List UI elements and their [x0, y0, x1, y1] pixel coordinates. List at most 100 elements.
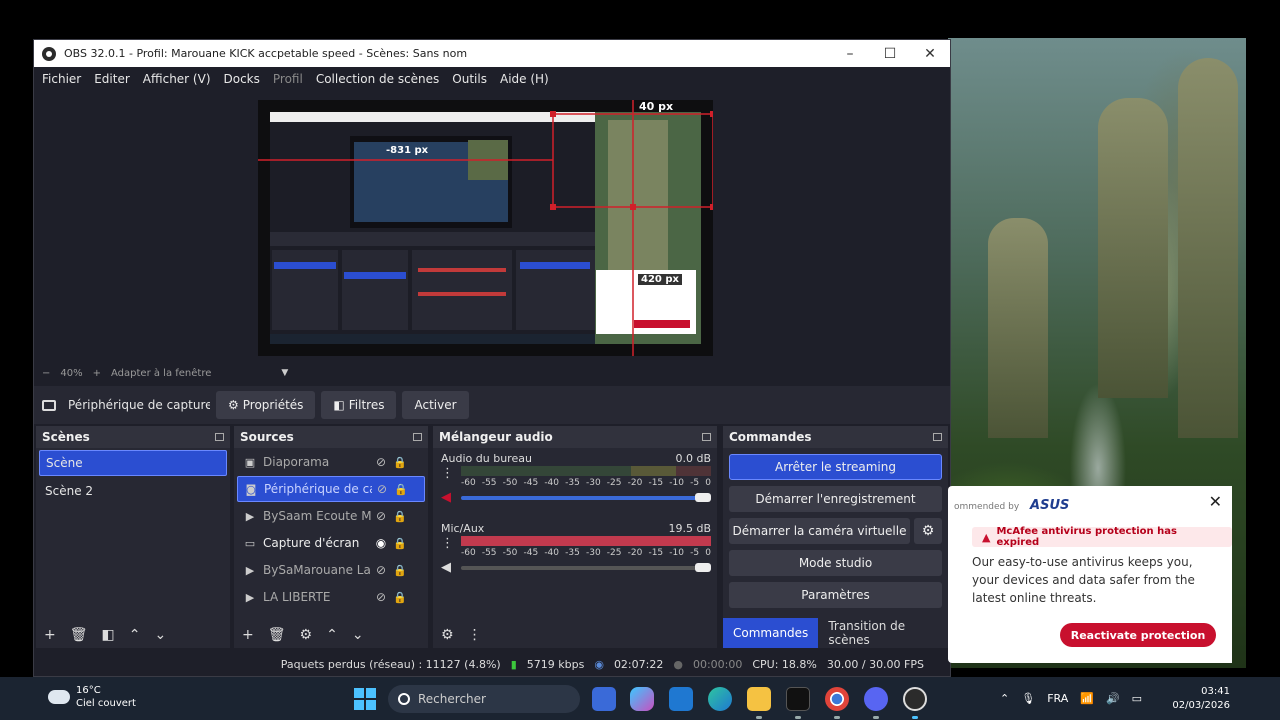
eye-slash-icon[interactable]: ⊘	[372, 482, 392, 496]
chevron-up-icon[interactable]: ⌃	[1000, 692, 1009, 705]
source-item[interactable]: ▭ Capture d'écran ◉ 🔒	[237, 530, 425, 556]
kebab-menu-icon[interactable]: ⋮	[441, 536, 454, 551]
studio-mode-button[interactable]: Mode studio	[729, 550, 942, 576]
eye-slash-icon[interactable]: ⊘	[371, 509, 391, 523]
microphone-icon[interactable]: 🎙	[1021, 692, 1035, 705]
discord-icon[interactable]	[864, 687, 888, 711]
gear-icon[interactable]: ⚙	[914, 518, 942, 544]
eye-slash-icon[interactable]: ⊘	[371, 455, 391, 469]
close-icon[interactable]: ✕	[1209, 492, 1222, 511]
tab-controls[interactable]: Commandes	[723, 618, 819, 648]
wifi-icon[interactable]: 📶	[1080, 692, 1094, 705]
cpu-usage: CPU: 18.8%	[752, 657, 817, 671]
preview-canvas[interactable]: 40 px -831 px 420 px	[258, 100, 713, 356]
tab-transitions[interactable]: Transition de scènes	[818, 618, 948, 648]
chrome-icon[interactable]	[825, 687, 849, 711]
eye-icon[interactable]: ◉	[371, 536, 391, 550]
volume-slider[interactable]	[461, 496, 711, 500]
channel-name: Mic/Aux	[441, 522, 485, 535]
outlook-icon[interactable]	[669, 687, 693, 711]
close-button[interactable]: ✕	[910, 40, 950, 67]
add-icon[interactable]: +	[44, 627, 56, 643]
stocks-icon[interactable]	[786, 687, 810, 711]
add-icon[interactable]: +	[242, 627, 254, 643]
activate-button[interactable]: Activer	[402, 391, 469, 419]
arrow-down-icon[interactable]: ⌄	[154, 627, 166, 643]
menu-aide[interactable]: Aide (H)	[500, 72, 549, 86]
popout-icon[interactable]	[413, 433, 422, 441]
popout-icon[interactable]	[215, 433, 224, 441]
language-indicator[interactable]: FRA	[1047, 692, 1068, 705]
zoom-level: 40%	[60, 367, 83, 379]
eye-slash-icon[interactable]: ⊘	[371, 563, 391, 577]
source-item[interactable]: ▣ Diaporama ⊘ 🔒	[237, 449, 425, 475]
menu-fichier[interactable]: Fichier	[42, 72, 81, 86]
advanced-audio-icon[interactable]: ⚙	[441, 627, 454, 643]
trash-icon[interactable]: 🗑	[70, 627, 88, 643]
volume-slider[interactable]	[461, 566, 711, 570]
filter-icon[interactable]: ◧	[102, 627, 115, 643]
lock-icon[interactable]: 🔒	[392, 483, 410, 496]
record-icon: ●	[673, 657, 683, 671]
taskbar-search[interactable]: Rechercher	[388, 685, 580, 713]
clock[interactable]: 03:41 02/03/2026	[1170, 685, 1230, 713]
properties-button[interactable]: ⚙ Propriétés	[216, 391, 316, 419]
lock-icon[interactable]: 🔒	[391, 591, 409, 604]
menu-profil[interactable]: Profil	[273, 72, 303, 86]
start-virtual-camera-button[interactable]: Démarrer la caméra virtuelle	[729, 518, 910, 544]
settings-button[interactable]: Paramètres	[729, 582, 942, 608]
arrow-up-icon[interactable]: ⌃	[129, 627, 141, 643]
reactivate-protection-button[interactable]: Reactivate protection	[1060, 623, 1216, 647]
zoom-fit-select[interactable]: Adapter à la fenêtre	[111, 368, 211, 379]
kebab-menu-icon[interactable]: ⋮	[441, 466, 454, 481]
copilot-icon[interactable]	[630, 687, 654, 711]
speaker-icon[interactable]: ◀	[441, 560, 451, 575]
popout-icon[interactable]	[702, 433, 711, 441]
lock-icon[interactable]: 🔒	[391, 564, 409, 577]
stop-streaming-button[interactable]: Arrêter le streaming	[729, 454, 942, 480]
lock-icon[interactable]: 🔒	[391, 537, 409, 550]
eye-slash-icon[interactable]: ⊘	[371, 590, 391, 604]
stream-time: 02:07:22	[613, 657, 664, 671]
arrow-up-icon[interactable]: ⌃	[326, 627, 338, 643]
menu-collection[interactable]: Collection de scènes	[316, 72, 439, 86]
source-item[interactable]: ▶ LA LIBERTE ⊘ 🔒	[237, 584, 425, 610]
volume-slider-handle[interactable]	[695, 563, 711, 572]
windows-start-icon[interactable]	[354, 688, 376, 710]
lock-icon[interactable]: 🔒	[391, 510, 409, 523]
battery-icon[interactable]: ▭	[1132, 692, 1142, 705]
scene-item[interactable]: Scène	[39, 450, 227, 476]
gear-icon[interactable]: ⚙	[300, 627, 313, 643]
maximize-button[interactable]: ☐	[870, 40, 910, 67]
source-item[interactable]: ◙ Périphérique de capture vidéo ⊘ 🔒	[237, 476, 425, 502]
menu-editer[interactable]: Editer	[94, 72, 130, 86]
source-item[interactable]: ▶ BySaam Ecoute Moi ⊘ 🔒	[237, 503, 425, 529]
menu-afficher[interactable]: Afficher (V)	[143, 72, 211, 86]
zoom-out-button[interactable]: −	[42, 368, 50, 379]
source-item[interactable]: ▶ BySaMarouane La Liberte ⊘ 🔒	[237, 557, 425, 583]
weather-widget[interactable]: 16°C Ciel couvert	[46, 684, 136, 710]
obs-icon[interactable]	[903, 687, 927, 711]
trash-icon[interactable]: 🗑	[268, 627, 286, 643]
volume-icon[interactable]: 🔊	[1106, 692, 1120, 705]
zoom-in-button[interactable]: +	[93, 368, 101, 379]
scene-item[interactable]: Scène 2	[39, 478, 227, 504]
kebab-menu-icon[interactable]: ⋮	[468, 627, 482, 643]
chevron-down-icon[interactable]: ▼	[281, 368, 288, 378]
system-tray: ⌃ 🎙 FRA 📶 🔊 ▭	[1000, 677, 1142, 720]
menu-docks[interactable]: Docks	[224, 72, 260, 86]
menu-bar: Fichier Editer Afficher (V) Docks Profil…	[34, 67, 950, 91]
arrow-down-icon[interactable]: ⌄	[352, 627, 364, 643]
minimize-button[interactable]: –	[830, 40, 870, 67]
menu-outils[interactable]: Outils	[452, 72, 487, 86]
mixer-dock-header: Mélangeur audio	[433, 426, 717, 448]
start-recording-button[interactable]: Démarrer l'enregistrement	[729, 486, 942, 512]
popout-icon[interactable]	[933, 433, 942, 441]
app-icon[interactable]	[592, 687, 616, 711]
muted-speaker-icon[interactable]: ◀	[441, 490, 451, 505]
lock-icon[interactable]: 🔒	[391, 456, 409, 469]
edge-icon[interactable]	[708, 687, 732, 711]
volume-slider-handle[interactable]	[695, 493, 711, 502]
filters-button[interactable]: ◧ Filtres	[321, 391, 397, 419]
file-explorer-icon[interactable]	[747, 687, 771, 711]
